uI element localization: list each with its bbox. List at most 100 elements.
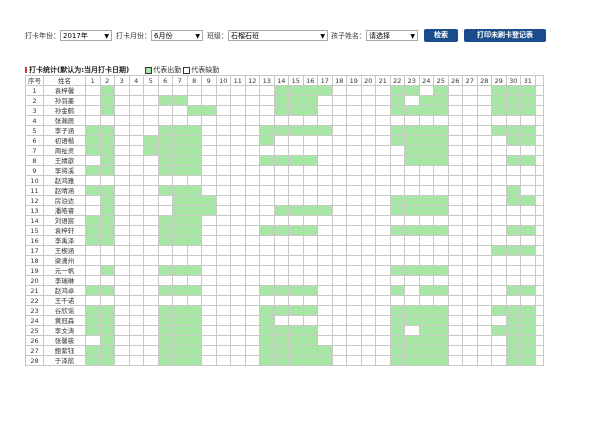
day-cell — [273, 305, 289, 316]
day-cell — [375, 325, 391, 336]
day-cell — [114, 265, 130, 276]
day-cell — [186, 205, 202, 216]
day-cell — [230, 245, 246, 256]
day-cell — [346, 315, 362, 326]
header-day: 23 — [404, 75, 420, 86]
class-select[interactable]: 石榴石班 ▼ — [228, 30, 328, 41]
day-cell — [447, 295, 463, 306]
day-cell — [288, 275, 304, 286]
year-select[interactable]: 2017年 ▼ — [60, 30, 112, 41]
row-number: 4 — [25, 115, 44, 126]
class-label: 班级： — [207, 31, 228, 40]
day-cell — [201, 355, 217, 366]
print-unswiped-button[interactable]: 打印未刷卡登记表 — [464, 29, 546, 42]
header-day: 19 — [346, 75, 362, 86]
header-day: 27 — [462, 75, 478, 86]
day-cell — [85, 285, 101, 296]
day-cell — [375, 95, 391, 106]
day-cell — [259, 255, 275, 266]
day-cell — [288, 95, 304, 106]
day-cell — [288, 285, 304, 296]
day-cell — [259, 115, 275, 126]
day-cell — [433, 275, 449, 286]
day-cell — [157, 335, 173, 346]
day-cell — [491, 355, 507, 366]
search-button[interactable]: 检索 — [424, 29, 458, 42]
day-cell — [186, 195, 202, 206]
row-spacer — [534, 175, 544, 186]
day-cell — [418, 215, 434, 226]
day-cell — [360, 225, 376, 236]
day-cell — [476, 125, 492, 136]
day-cell — [273, 115, 289, 126]
day-cell — [230, 145, 246, 156]
day-cell — [462, 145, 478, 156]
child-name: 李将溪 — [43, 165, 86, 176]
day-cell — [433, 95, 449, 106]
table-row: 5 李子涵 — [25, 125, 544, 136]
day-cell — [462, 265, 478, 276]
row-number: 7 — [25, 145, 44, 156]
day-cell — [418, 355, 434, 366]
child-select[interactable]: 请选择 ▼ — [366, 30, 418, 41]
day-cell — [418, 115, 434, 126]
day-cell — [230, 175, 246, 186]
day-cell — [331, 135, 347, 146]
day-cell — [157, 235, 173, 246]
row-spacer — [534, 205, 544, 216]
day-cell — [389, 175, 405, 186]
day-cell — [259, 175, 275, 186]
day-cell — [360, 305, 376, 316]
day-cell — [172, 125, 188, 136]
day-cell — [99, 185, 115, 196]
day-cell — [85, 325, 101, 336]
day-cell — [143, 195, 159, 206]
day-cell — [172, 235, 188, 246]
day-cell — [331, 195, 347, 206]
day-cell — [360, 215, 376, 226]
day-cell — [186, 125, 202, 136]
day-cell — [302, 305, 318, 316]
day-cell — [433, 135, 449, 146]
legend-row: 打卡统计(默认为:当月打卡日期) 代表出勤 代表缺勤 — [25, 65, 219, 75]
day-cell — [215, 185, 231, 196]
day-cell — [520, 95, 536, 106]
day-cell — [201, 85, 217, 96]
day-cell — [462, 85, 478, 96]
day-cell — [172, 115, 188, 126]
table-row: 17 王楔涵 — [25, 245, 544, 256]
day-cell — [331, 145, 347, 156]
child-name: 孙羽墨 — [43, 95, 86, 106]
day-cell — [201, 245, 217, 256]
day-cell — [259, 195, 275, 206]
day-cell — [99, 115, 115, 126]
day-cell — [375, 85, 391, 96]
day-cell — [215, 245, 231, 256]
present-swatch — [145, 66, 153, 74]
day-cell — [520, 355, 536, 366]
day-cell — [244, 145, 260, 156]
day-cell — [375, 155, 391, 166]
header-day: 8 — [186, 75, 202, 86]
header-day: 30 — [505, 75, 521, 86]
table-row: 19 元一帆 — [25, 265, 544, 276]
day-cell — [186, 305, 202, 316]
day-cell — [201, 205, 217, 216]
day-cell — [317, 245, 333, 256]
day-cell — [433, 295, 449, 306]
day-cell — [114, 175, 130, 186]
day-cell — [389, 265, 405, 276]
day-cell — [230, 275, 246, 286]
header-day: 1 — [85, 75, 101, 86]
day-cell — [157, 255, 173, 266]
day-cell — [317, 325, 333, 336]
month-select[interactable]: 6月份 ▼ — [151, 30, 203, 41]
day-cell — [259, 225, 275, 236]
absent-swatch — [183, 66, 191, 74]
day-cell — [520, 285, 536, 296]
day-cell — [186, 315, 202, 326]
day-cell — [143, 305, 159, 316]
day-cell — [273, 345, 289, 356]
table-row: 28 于泽航 — [25, 355, 544, 366]
day-cell — [404, 325, 420, 336]
